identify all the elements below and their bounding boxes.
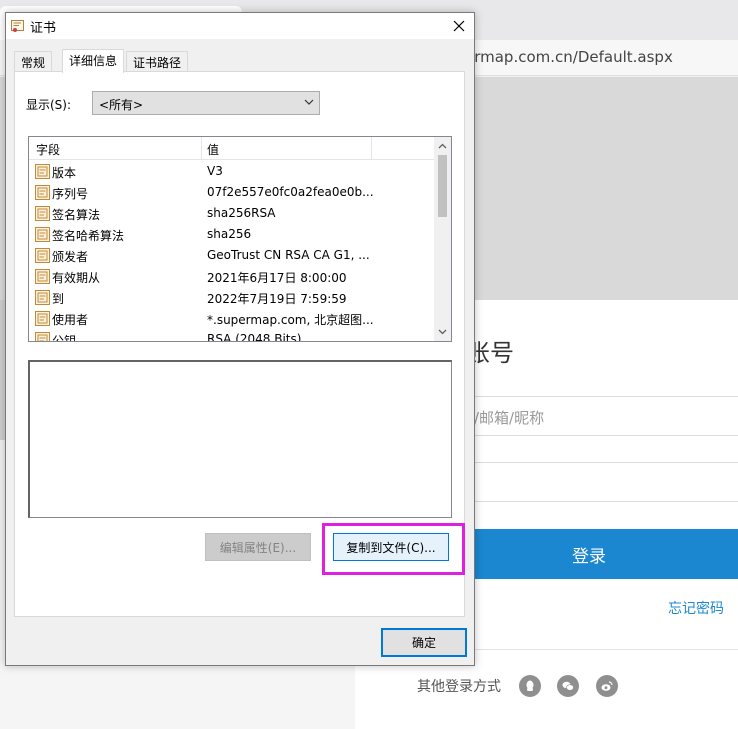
column-value-header[interactable]: 值 [207, 141, 219, 158]
list-header: 字段 值 [29, 137, 435, 160]
column-separator[interactable] [371, 137, 372, 160]
scroll-up-icon[interactable] [437, 141, 448, 152]
scrollbar-thumb[interactable] [438, 155, 447, 217]
field-icon [35, 269, 50, 284]
field-icon [35, 185, 50, 200]
address-bar-url[interactable]: ermap.com.cn/Default.aspx [465, 48, 673, 66]
close-button[interactable] [444, 13, 474, 39]
field-icon [35, 290, 50, 305]
edit-properties-button: 编辑属性(E)... [205, 533, 311, 561]
field-detail-textbox[interactable] [28, 360, 452, 518]
field-name: 签名算法 [52, 208, 101, 222]
field-value: 2022年7月19日 7:59:59 [207, 292, 347, 306]
tab-certification-path[interactable]: 证书路径 [126, 51, 189, 71]
show-dropdown[interactable]: <所有> [92, 91, 320, 115]
password-input[interactable] [440, 462, 738, 502]
field-value: sha256 [207, 227, 252, 241]
field-value: *.supermap.com, 北京超图... [207, 313, 374, 327]
field-name: 序列号 [52, 187, 89, 201]
field-value: 07f2e557e0fc0a2fea0e0b... [207, 185, 374, 199]
list-item[interactable]: 序列号 07f2e557e0fc0a2fea0e0b... [29, 182, 435, 203]
field-icon [35, 206, 50, 221]
list-scrollbar[interactable] [434, 137, 451, 341]
list-item[interactable]: 到 2022年7月19日 7:59:59 [29, 287, 435, 308]
divider [440, 649, 738, 650]
close-icon [453, 20, 465, 32]
field-name: 颁发者 [52, 250, 89, 264]
dialog-titlebar: 证书 [6, 13, 474, 39]
field-name: 使用者 [52, 313, 89, 327]
column-separator[interactable] [201, 137, 202, 160]
list-item[interactable]: 颁发者 GeoTrust CN RSA CA G1, ... [29, 245, 435, 266]
login-button[interactable]: 登录 [440, 529, 738, 579]
show-label: 显示(S): [26, 98, 72, 112]
list-item[interactable]: 使用者 *.supermap.com, 北京超图... [29, 308, 435, 329]
tab-details[interactable]: 详细信息 [62, 49, 125, 73]
field-icon [35, 227, 50, 242]
chevron-down-icon [304, 99, 314, 105]
certificate-icon [11, 20, 24, 32]
dialog-title: 证书 [30, 21, 57, 36]
certificate-dialog: 证书 常规 详细信息 证书路径 显示(S): <所有> 字段 值 版本 V3 序列号… [5, 12, 475, 666]
tab-general[interactable]: 常规 [14, 51, 53, 71]
list-item[interactable]: 签名算法 sha256RSA [29, 203, 435, 224]
qq-icon[interactable] [519, 675, 541, 697]
field-name: 到 [52, 292, 65, 306]
field-name: 签名哈希算法 [52, 229, 125, 243]
field-icon [35, 311, 50, 326]
field-name: 公钥 [52, 334, 77, 342]
field-value: GeoTrust CN RSA CA G1, ... [207, 248, 370, 262]
field-name: 版本 [52, 166, 77, 180]
field-value: sha256RSA [207, 206, 276, 220]
list-item[interactable]: 签名哈希算法 sha256 [29, 224, 435, 245]
field-value: V3 [207, 164, 223, 178]
scroll-down-icon[interactable] [437, 326, 448, 337]
other-login-label: 其他登录方式 [417, 679, 501, 695]
column-field-header[interactable]: 字段 [36, 141, 60, 158]
username-placeholder: /邮箱/昵称 [474, 409, 545, 427]
list-item[interactable]: 有效期从 2021年6月17日 8:00:00 [29, 266, 435, 287]
list-item[interactable]: 版本 V3 [29, 161, 435, 182]
field-icon [35, 164, 50, 179]
field-value: RSA (2048 Bits) [207, 332, 302, 342]
wechat-icon[interactable] [557, 675, 579, 697]
list-item[interactable]: 公钥 RSA (2048 Bits) [29, 329, 435, 342]
fields-list[interactable]: 字段 值 版本 V3 序列号 07f2e557e0fc0a2fea0e0b... 签名算… [28, 136, 452, 342]
field-icon [35, 332, 50, 341]
field-value: 2021年6月17日 8:00:00 [207, 271, 347, 285]
field-name: 有效期从 [52, 271, 101, 285]
weibo-icon[interactable] [596, 675, 618, 697]
copy-to-file-button[interactable]: 复制到文件(C)... [333, 533, 449, 561]
show-dropdown-value: <所有> [99, 98, 144, 112]
forgot-password-link[interactable]: 忘记密码 [668, 598, 724, 618]
ok-button[interactable]: 确定 [381, 628, 467, 657]
field-icon [35, 248, 50, 263]
